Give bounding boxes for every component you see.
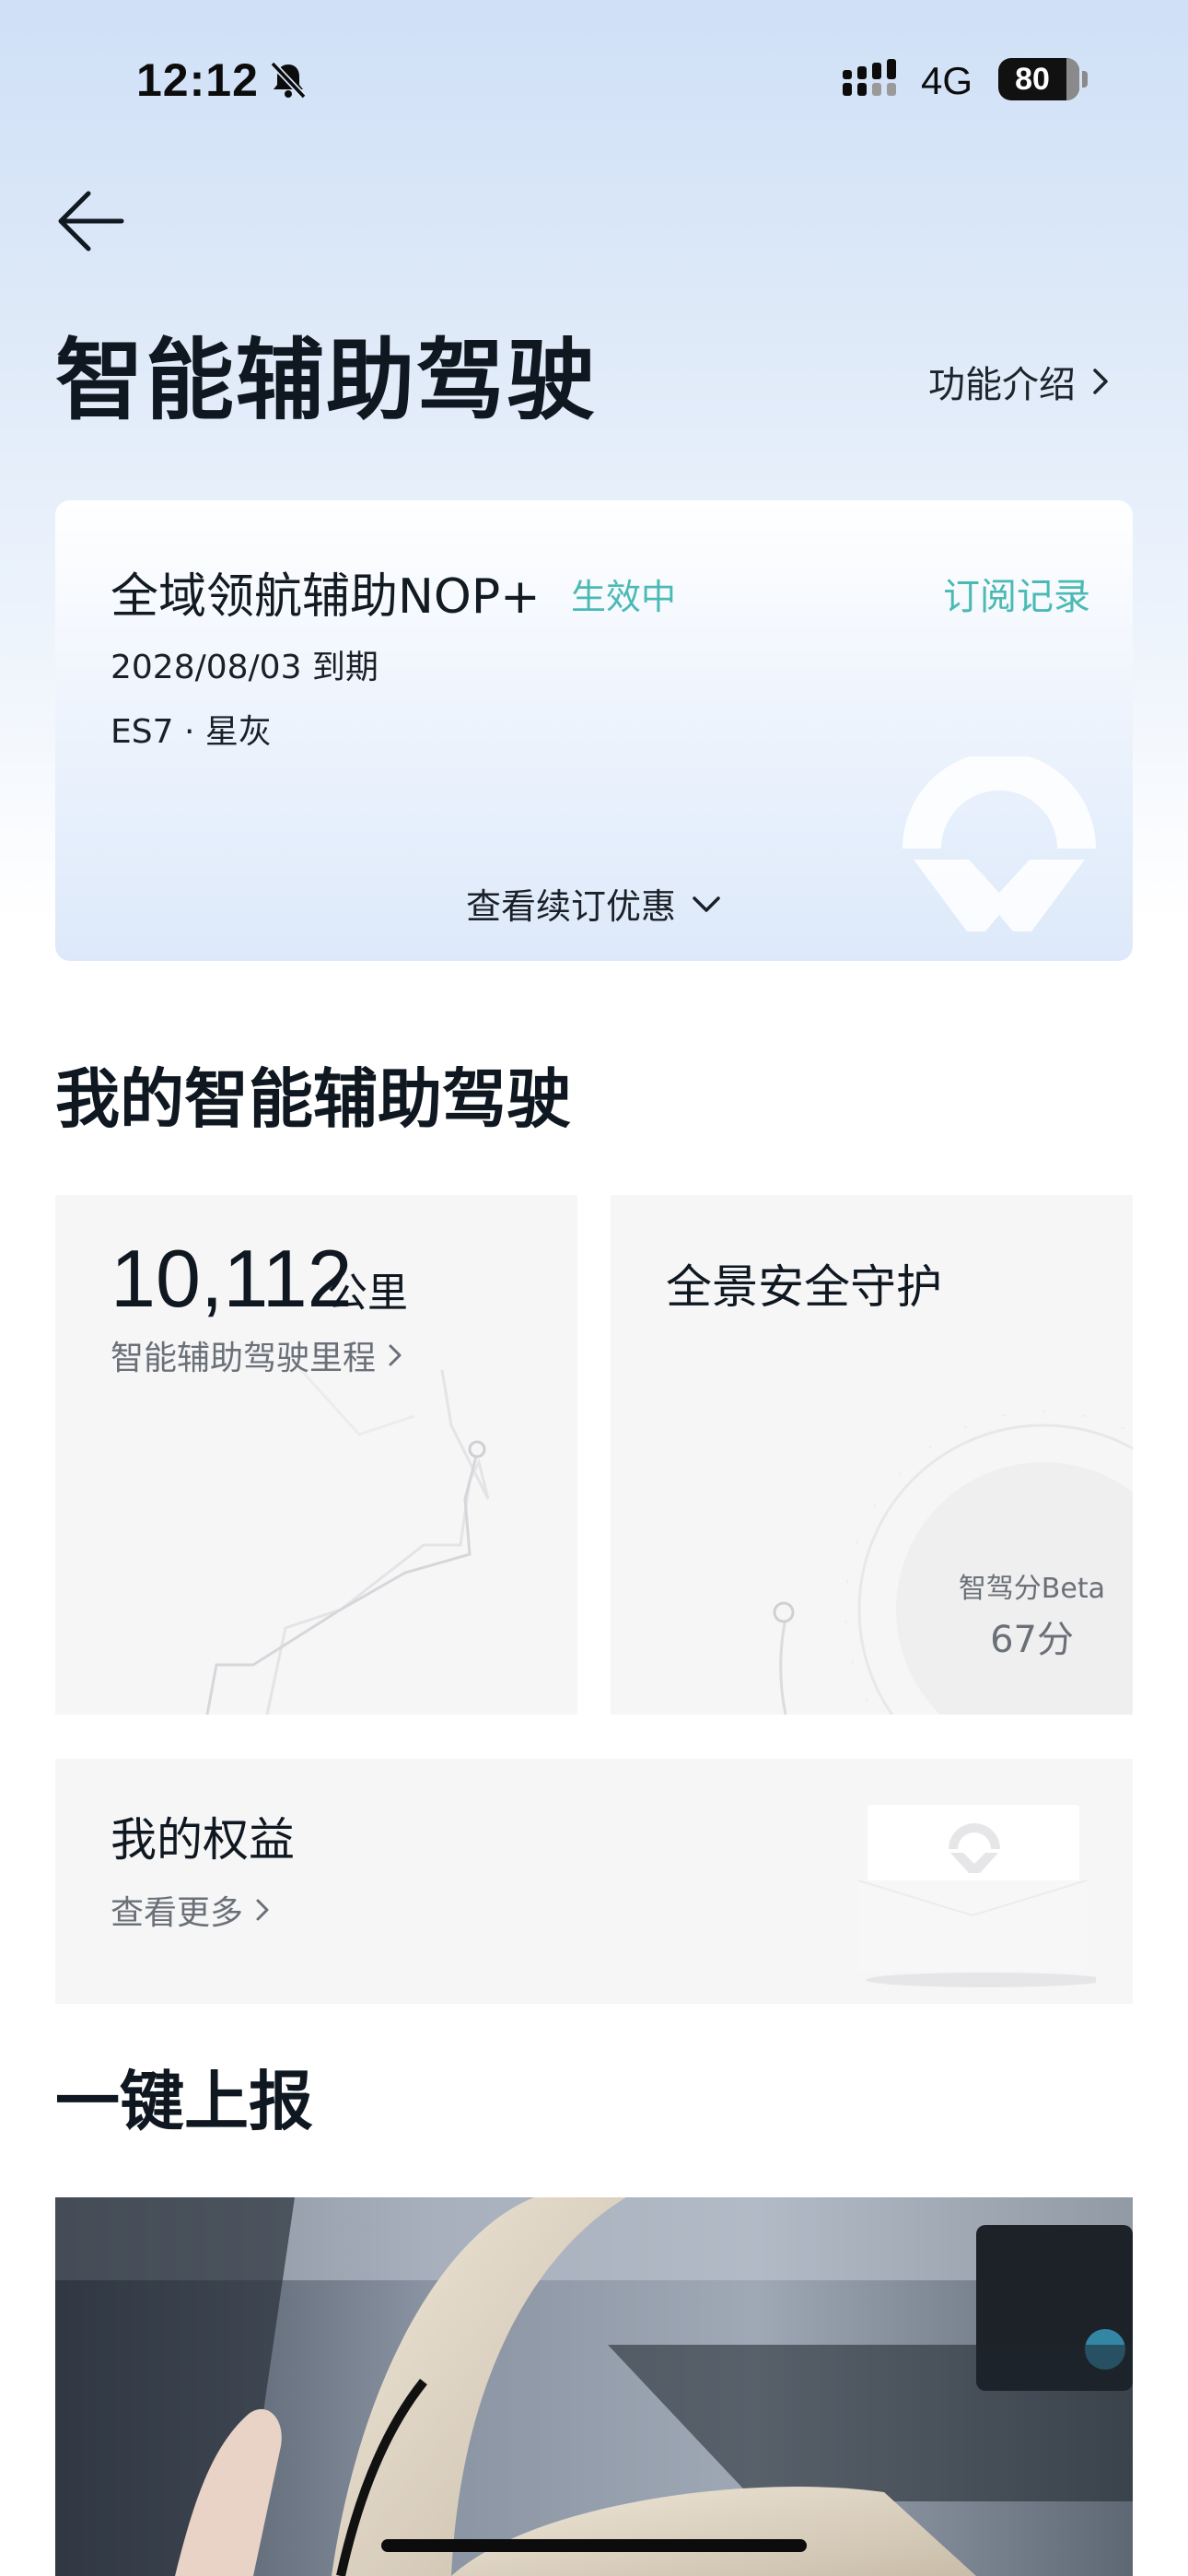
battery-empty-part <box>1066 58 1079 100</box>
status-time: 12:12 <box>136 54 259 106</box>
mileage-link-label: 智能辅助驾驶里程 <box>111 1340 377 1377</box>
mileage-route-graphic <box>205 1361 490 1715</box>
renew-offer-label: 查看续订优惠 <box>465 886 676 927</box>
subscription-expiry: 2028/08/03 到期 <box>111 649 379 686</box>
subscription-status-badge: 生效中 <box>571 577 677 617</box>
battery-icon: 80 <box>998 58 1079 100</box>
safety-score-label: 智驾分Beta <box>958 1573 1105 1605</box>
safety-title: 全景安全守护 <box>666 1260 942 1314</box>
mileage-unit: 公里 <box>327 1270 408 1317</box>
rights-card-icon <box>857 1805 1096 1987</box>
back-arrow-icon[interactable] <box>55 184 129 258</box>
safety-score-value: 67分 <box>990 1619 1074 1661</box>
mileage-link[interactable]: 智能辅助驾驶里程 <box>111 1331 407 1379</box>
home-indicator[interactable] <box>381 2539 807 2552</box>
feature-intro-link[interactable]: 功能介绍 <box>928 355 1114 408</box>
renew-offer-toggle[interactable]: 查看续订优惠 <box>55 878 1133 929</box>
signal-icon <box>843 59 896 96</box>
chevron-down-icon <box>693 896 720 912</box>
subscription-records-link[interactable]: 订阅记录 <box>943 567 1090 620</box>
rights-title: 我的权益 <box>111 1813 295 1867</box>
status-bar: 12:12 4G 80 <box>0 0 1188 161</box>
mileage-tile[interactable]: 10,112 公里 智能辅助驾驶里程 <box>55 1195 577 1715</box>
rights-more-label: 查看更多 <box>111 1894 244 1932</box>
my-section-title: 我的智能辅助驾驶 <box>55 1061 571 1137</box>
subscription-vehicle: ES7 · 星灰 <box>111 713 272 751</box>
report-banner-image[interactable] <box>55 2197 1133 2576</box>
rights-more-link[interactable]: 查看更多 <box>111 1886 274 1934</box>
feature-intro-label: 功能介绍 <box>928 364 1076 406</box>
battery-level: 80 <box>1015 62 1050 97</box>
chevron-right-icon <box>256 1899 269 1921</box>
report-section-title: 一键上报 <box>55 2064 313 2139</box>
bell-muted-icon <box>270 61 307 100</box>
chevron-right-icon <box>1093 369 1108 394</box>
subscription-name: 全域领航辅助NOP+ <box>111 569 541 625</box>
rights-tile[interactable]: 我的权益 查看更多 <box>55 1759 1133 2004</box>
subscription-card[interactable]: 全域领航辅助NOP+ 生效中 订阅记录 2028/08/03 到期 ES7 · … <box>55 500 1133 961</box>
safety-tile[interactable]: 全景安全守护 智驾分Beta 67分 <box>611 1195 1133 1715</box>
page-title: 智能辅助驾驶 <box>55 329 597 432</box>
mileage-value: 10,112 <box>111 1233 353 1324</box>
battery-cap <box>1082 71 1088 88</box>
chevron-right-icon <box>389 1344 402 1366</box>
network-label: 4G <box>921 59 973 102</box>
